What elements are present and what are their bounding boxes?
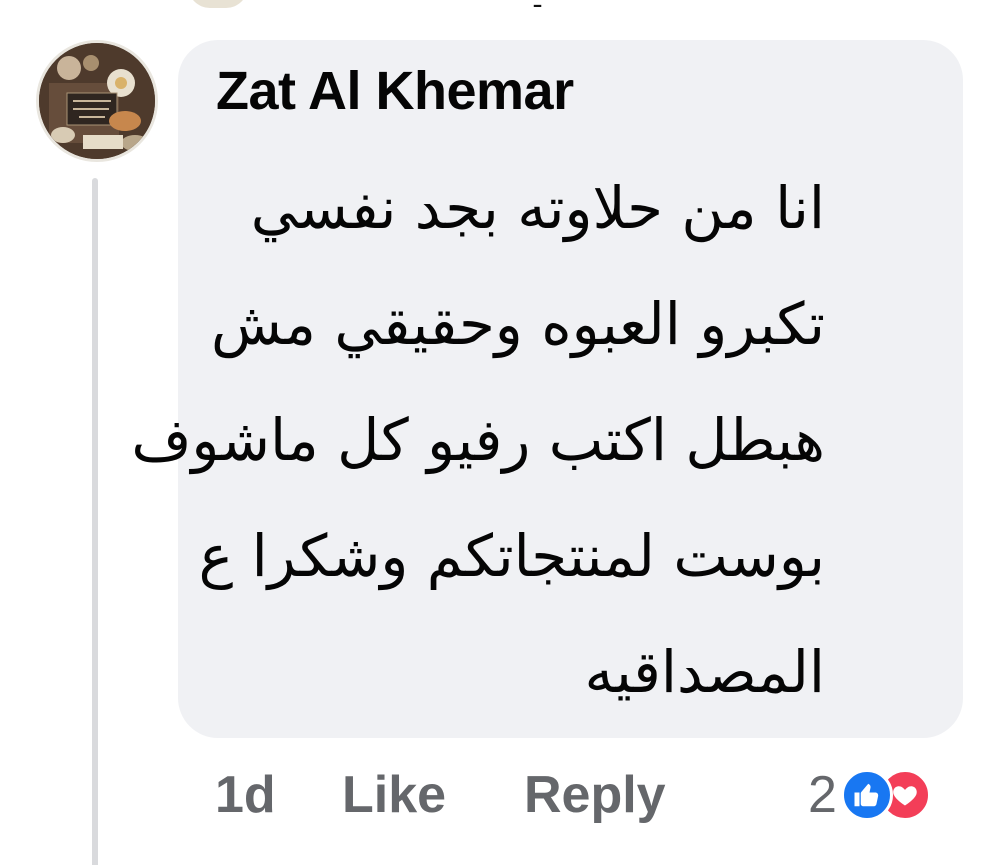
comment-timestamp[interactable]: 1d: [215, 760, 276, 830]
avatar-image: [39, 43, 155, 159]
like-button[interactable]: Like: [342, 760, 446, 830]
comment-text-line: هبطل اكتب رفيو كل ماشوف: [131, 406, 825, 474]
comment-text-line: بوست لمنتجاتكم وشكرا ع: [198, 522, 825, 590]
avatar[interactable]: [36, 40, 158, 162]
reaction-summary[interactable]: 2: [808, 758, 931, 832]
thread-connector-line: [92, 178, 98, 865]
comment-text: انا من حلاوته بجد نفسي تكبرو العبوه وحقي…: [131, 150, 826, 730]
comment-text-line: تكبرو العبوه وحقيقي مش: [210, 290, 825, 358]
reaction-count: 2: [808, 766, 837, 824]
comment-thread: ـ Zat Al Khemar انا من حلاوته بجد نفسي ت…: [0, 0, 1000, 865]
like-icon: [840, 769, 893, 821]
comment-text-line: انا من حلاوته بجد نفسي: [250, 174, 825, 242]
reply-button[interactable]: Reply: [524, 760, 666, 830]
comment-text-line: المصداقيه: [584, 638, 826, 706]
previous-comment-avatar[interactable]: [188, 0, 248, 8]
previous-comment-text-fragment: ـ: [534, 0, 554, 11]
comment-author-name[interactable]: Zat Al Khemar: [216, 60, 574, 122]
